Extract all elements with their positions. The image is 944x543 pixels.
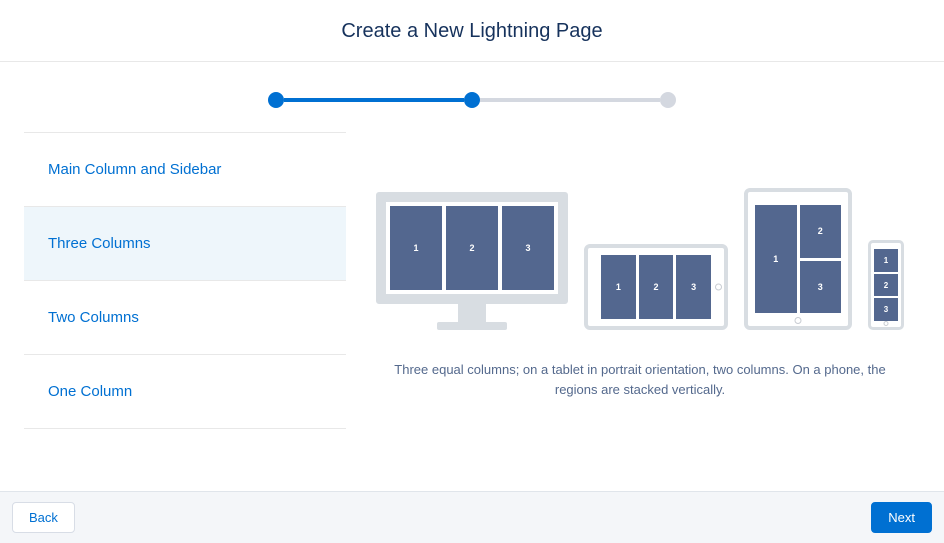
back-button[interactable]: Back — [12, 502, 75, 533]
progress-step-1 — [268, 92, 284, 108]
wizard-header: Create a New Lightning Page — [0, 0, 944, 62]
region-1: 1 — [390, 206, 442, 290]
preview-phone: 1 2 3 — [868, 240, 904, 330]
progress-bar-1 — [284, 98, 464, 102]
template-description: Three equal columns; on a tablet in port… — [376, 360, 904, 399]
progress-bar-2 — [480, 98, 660, 102]
region-1: 1 — [874, 249, 898, 272]
template-option-one-column[interactable]: One Column — [24, 355, 346, 429]
region-3: 3 — [800, 261, 842, 314]
next-button[interactable]: Next — [871, 502, 932, 533]
region-2: 2 — [874, 274, 898, 297]
preview-tablet-landscape: 1 2 3 — [584, 244, 728, 330]
progress-step-3 — [660, 92, 676, 108]
preview-tablet-portrait: 1 2 3 — [744, 188, 852, 330]
page-title: Create a New Lightning Page — [0, 20, 944, 43]
progress-indicator — [0, 62, 944, 132]
region-3: 3 — [502, 206, 554, 290]
template-preview: 1 2 3 1 2 3 1 2 — [346, 132, 920, 429]
progress-step-2 — [464, 92, 480, 108]
preview-desktop: 1 2 3 — [376, 192, 568, 330]
template-option-three-columns[interactable]: Three Columns — [24, 207, 346, 281]
region-2: 2 — [446, 206, 498, 290]
region-3: 3 — [874, 298, 898, 321]
region-1: 1 — [601, 255, 636, 319]
wizard-footer: Back Next — [0, 491, 944, 543]
region-2: 2 — [639, 255, 674, 319]
region-2: 2 — [800, 205, 842, 258]
template-option-two-columns[interactable]: Two Columns — [24, 281, 346, 355]
template-option-main-sidebar[interactable]: Main Column and Sidebar — [24, 133, 346, 207]
template-list: Main Column and Sidebar Three Columns Tw… — [24, 132, 346, 429]
region-3: 3 — [676, 255, 711, 319]
region-1: 1 — [755, 205, 797, 313]
